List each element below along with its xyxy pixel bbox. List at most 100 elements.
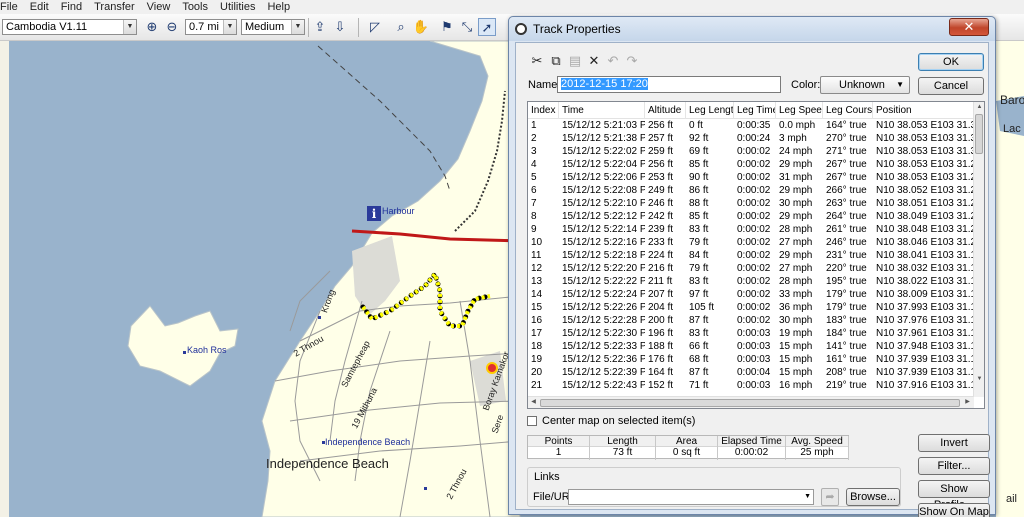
column-header[interactable]: Leg Course — [823, 102, 873, 119]
table-row[interactable]: 13 15/12/12 5:22:22 PM211 ft 83 ft 0:00:02 2… — [528, 275, 974, 288]
table-cell: 3 — [531, 146, 537, 157]
column-header[interactable]: Leg Length — [686, 102, 734, 119]
zoom-level-select[interactable]: 0.7 mi ▼ — [185, 19, 237, 35]
table-row[interactable]: 11 15/12/12 5:22:18 PM224 ft 84 ft 0:00:02 2… — [528, 249, 974, 262]
table-cell: 83 ft — [689, 328, 709, 339]
independence-beach-poi-label: Independence Beach — [325, 437, 411, 447]
table-cell: 0:00:02 — [737, 198, 771, 209]
table-row[interactable]: 18 15/12/12 5:22:33 PM188 ft 66 ft 0:00:03 1… — [528, 340, 974, 353]
column-header[interactable]: Index — [528, 102, 559, 119]
zoom-out-icon[interactable]: ⊖ — [163, 18, 181, 36]
table-row[interactable]: 1 15/12/12 5:21:03 PM256 ft 0 ft 0:00:35 0.0… — [528, 119, 974, 132]
browse-button[interactable]: Browse... — [846, 488, 900, 506]
selection-tool-icon[interactable]: ◸ — [366, 18, 384, 36]
show-on-map-button[interactable]: Show On Map — [918, 503, 990, 517]
filter-button[interactable]: Filter... — [918, 457, 990, 475]
table-row[interactable]: 2 15/12/12 5:21:38 PM257 ft 92 ft 0:00:24 3 … — [528, 132, 974, 145]
ok-button[interactable]: OK — [918, 53, 984, 71]
menu-item-file[interactable]: File — [0, 0, 24, 14]
scroll-left-icon[interactable]: ◀ — [528, 397, 539, 408]
table-row[interactable]: 6 15/12/12 5:22:08 PM249 ft 86 ft 0:00:02 29… — [528, 184, 974, 197]
table-cell: 15/12/12 5:22:16 PM — [562, 237, 645, 248]
column-header[interactable]: Leg Time — [734, 102, 776, 119]
table-cell: N10 38.053 E103 31.316 — [876, 120, 974, 131]
menu-item-find[interactable]: Find — [55, 0, 88, 14]
detail-level-select[interactable]: Medium ▼ — [241, 19, 305, 35]
table-row[interactable]: 21 15/12/12 5:22:43 PM152 ft 71 ft 0:00:03 1… — [528, 379, 974, 392]
table-row[interactable]: 4 15/12/12 5:22:04 PM256 ft 85 ft 0:00:02 29… — [528, 158, 974, 171]
cancel-button[interactable]: Cancel — [918, 77, 984, 95]
color-select[interactable]: Unknown ▼ — [820, 76, 910, 94]
scroll-down-icon[interactable]: ▼ — [974, 374, 984, 385]
zoom-in-icon[interactable]: ⊕ — [143, 18, 161, 36]
menu-item-edit[interactable]: Edit — [24, 0, 55, 14]
harbour-label: Harbour — [382, 206, 415, 216]
column-header[interactable]: Position — [873, 102, 974, 119]
color-label: Color: — [791, 79, 821, 91]
table-row[interactable]: 3 15/12/12 5:22:02 PM259 ft 69 ft 0:00:02 24… — [528, 145, 974, 158]
show-profile-button[interactable]: Show Profile... — [918, 480, 990, 511]
file-url-input[interactable]: ▼ — [568, 489, 814, 505]
table-cell: 0:00:02 — [737, 302, 771, 313]
table-cell: 0:00:02 — [737, 185, 771, 196]
table-cell: 164 ft — [648, 367, 674, 378]
table-cell: N10 37.961 E103 31.168 — [876, 328, 974, 339]
zoom-tool-icon[interactable]: ⌕ — [392, 18, 410, 36]
table-row[interactable]: 8 15/12/12 5:22:12 PM242 ft 85 ft 0:00:02 29… — [528, 210, 974, 223]
table-cell: N10 38.049 E103 31.231 — [876, 211, 974, 222]
column-header[interactable]: Altitude — [645, 102, 686, 119]
table-cell: 224 ft — [648, 250, 674, 261]
table-row[interactable]: 16 15/12/12 5:22:28 PM200 ft 87 ft 0:00:02 3… — [528, 314, 974, 327]
table-cell: 16 — [531, 315, 543, 326]
name-input[interactable]: 2012-12-15 17:20 — [557, 76, 781, 93]
track-points-table[interactable]: IndexTimeAltitudeLeg LengthLeg TimeLeg S… — [527, 101, 985, 409]
table-row[interactable]: 12 15/12/12 5:22:20 PM216 ft 79 ft 0:00:02 2… — [528, 262, 974, 275]
menu-item-help[interactable]: Help — [261, 0, 296, 14]
invert-button[interactable]: Invert — [918, 434, 990, 452]
table-row[interactable]: 19 15/12/12 5:22:36 PM176 ft 68 ft 0:00:03 1… — [528, 353, 974, 366]
table-cell: 15/12/12 5:22:26 PM — [562, 302, 645, 313]
pointer-tool-icon[interactable]: ➚ — [478, 18, 496, 36]
table-row[interactable]: 14 15/12/12 5:22:24 PM207 ft 97 ft 0:00:02 3… — [528, 288, 974, 301]
table-row[interactable]: 7 15/12/12 5:22:10 PM246 ft 88 ft 0:00:02 30… — [528, 197, 974, 210]
dialog-titlebar[interactable]: Track Properties ✕ — [509, 17, 995, 41]
close-button[interactable]: ✕ — [949, 18, 989, 36]
table-row[interactable]: 20 15/12/12 5:22:39 PM164 ft 87 ft 0:00:04 1… — [528, 366, 974, 379]
scroll-up-icon[interactable]: ▲ — [974, 102, 984, 113]
detail-level-value: Medium — [245, 21, 285, 33]
table-cell: 27 mph — [779, 237, 813, 248]
scroll-thumb[interactable] — [540, 399, 960, 407]
receive-from-device-icon[interactable]: ⇪ — [311, 18, 329, 36]
table-row[interactable]: 17 15/12/12 5:22:30 PM196 ft 83 ft 0:00:03 1… — [528, 327, 974, 340]
table-row[interactable]: 5 15/12/12 5:22:06 PM253 ft 90 ft 0:00:02 31… — [528, 171, 974, 184]
scroll-thumb[interactable] — [975, 114, 983, 154]
center-map-checkbox[interactable] — [527, 416, 537, 426]
map-product-select[interactable]: Cambodia V1.11 ▼ — [2, 19, 137, 35]
menu-item-tools[interactable]: Tools — [176, 0, 214, 14]
vertical-scrollbar[interactable]: ▲ ▼ — [973, 102, 984, 397]
cut-icon[interactable]: ✂ — [529, 53, 545, 69]
table-row[interactable]: 15 15/12/12 5:22:26 PM204 ft 105 ft 0:00:02… — [528, 301, 974, 314]
table-cell: 15 — [531, 302, 543, 313]
column-header[interactable]: Leg Speed — [776, 102, 823, 119]
horizontal-scrollbar[interactable]: ◀ ▶ — [528, 396, 974, 408]
menu-item-utilities[interactable]: Utilities — [214, 0, 261, 14]
table-row[interactable]: 9 15/12/12 5:22:14 PM239 ft 83 ft 0:00:02 28… — [528, 223, 974, 236]
table-cell: N10 37.976 E103 31.168 — [876, 315, 974, 326]
send-to-device-icon[interactable]: ⇩ — [331, 18, 349, 36]
table-cell: 84 ft — [689, 250, 709, 261]
hand-tool-icon[interactable]: ✋ — [412, 18, 430, 36]
copy-icon[interactable]: ⧉ — [548, 53, 564, 69]
menu-item-view[interactable]: View — [141, 0, 177, 14]
land-strip — [0, 41, 9, 517]
waypoint-flag-icon[interactable]: ⚑ — [438, 18, 456, 36]
table-cell: 200 ft — [648, 315, 674, 326]
column-header[interactable]: Time — [559, 102, 645, 119]
delete-icon[interactable]: ✕ — [586, 53, 602, 69]
table-cell: 85 ft — [689, 159, 709, 170]
table-cell: 85 ft — [689, 211, 709, 222]
scroll-right-icon[interactable]: ▶ — [962, 397, 973, 408]
route-tool-icon[interactable]: ⤡ — [458, 18, 476, 36]
table-row[interactable]: 10 15/12/12 5:22:16 PM233 ft 79 ft 0:00:02 2… — [528, 236, 974, 249]
menu-item-transfer[interactable]: Transfer — [88, 0, 141, 14]
